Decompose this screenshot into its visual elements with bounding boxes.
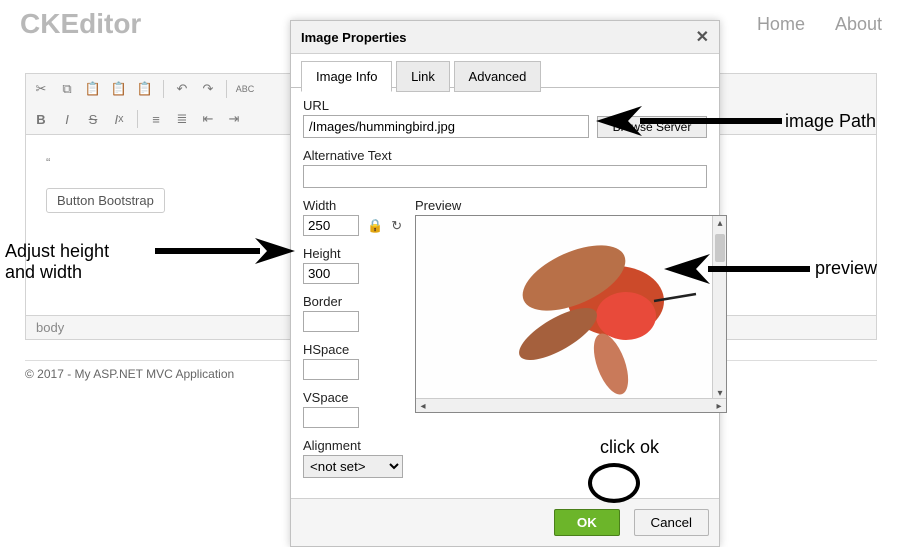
nav-about[interactable]: About [835, 14, 882, 35]
alt-text-label: Alternative Text [303, 148, 707, 163]
hspace-input[interactable] [303, 359, 359, 380]
paste-text-icon[interactable]: 📋 [108, 78, 130, 100]
redo-icon[interactable]: ↷ [197, 78, 219, 100]
tab-advanced[interactable]: Advanced [454, 61, 542, 92]
border-input[interactable] [303, 311, 359, 332]
copy-icon[interactable]: ⧉ [56, 78, 78, 100]
spellcheck-icon[interactable]: ABC [234, 78, 256, 100]
annotation-click-ok: click ok [600, 437, 659, 458]
vspace-label: VSpace [303, 390, 403, 405]
width-input[interactable] [303, 215, 359, 236]
height-label: Height [303, 246, 403, 261]
scroll-left-icon[interactable]: ◂ [416, 399, 430, 413]
hspace-label: HSpace [303, 342, 403, 357]
paste-word-icon[interactable]: 📋 [134, 78, 156, 100]
annotation-adjust-height: Adjust height [5, 241, 109, 262]
annotation-preview: preview [815, 258, 877, 279]
close-icon[interactable]: ✕ [696, 27, 709, 47]
preview-label: Preview [415, 198, 727, 213]
alt-text-input[interactable] [303, 165, 707, 188]
scroll-up-icon[interactable]: ▴ [713, 216, 727, 230]
remove-format-icon[interactable]: Ix [108, 108, 130, 130]
vspace-input[interactable] [303, 407, 359, 428]
arrow-left-icon [155, 236, 300, 266]
annotation-and-width: and width [5, 262, 82, 283]
ok-button[interactable]: OK [554, 509, 620, 536]
preview-vertical-scrollbar[interactable]: ▴ ▾ [712, 216, 726, 400]
indent-icon[interactable]: ⇥ [223, 108, 245, 130]
tab-image-info[interactable]: Image Info [301, 61, 392, 92]
copyright-text: © 2017 - My ASP.NET MVC Application [25, 367, 234, 381]
alignment-select[interactable]: <not set> [303, 455, 403, 478]
arrow-image-path-icon [592, 102, 782, 140]
strike-icon[interactable]: S [82, 108, 104, 130]
cut-icon[interactable]: ✂ [30, 78, 52, 100]
annotation-ok-circle [588, 463, 640, 503]
undo-icon[interactable]: ↶ [171, 78, 193, 100]
tab-link[interactable]: Link [396, 61, 450, 92]
annotation-image-path: image Path [785, 111, 876, 132]
paste-icon[interactable]: 📋 [82, 78, 104, 100]
italic-icon[interactable]: I [56, 108, 78, 130]
height-input[interactable] [303, 263, 359, 284]
lock-icon[interactable]: 🔒 [367, 218, 383, 234]
dialog-title: Image Properties [301, 30, 407, 45]
scroll-right-icon[interactable]: ▸ [712, 399, 726, 413]
cancel-button[interactable]: Cancel [634, 509, 710, 536]
reset-icon[interactable]: ↻ [391, 218, 402, 234]
numbered-list-icon[interactable]: ≡ [145, 108, 167, 130]
image-properties-dialog: Image Properties ✕ Image Info Link Advan… [290, 20, 720, 547]
preview-horizontal-scrollbar[interactable]: ◂ ▸ [416, 398, 726, 412]
outdent-icon[interactable]: ⇤ [197, 108, 219, 130]
preview-image [416, 216, 726, 398]
button-bootstrap[interactable]: Button Bootstrap [46, 188, 165, 213]
width-label: Width [303, 198, 403, 213]
bullet-list-icon[interactable]: ≣ [171, 108, 193, 130]
arrow-preview-icon [660, 250, 810, 288]
bold-icon[interactable]: B [30, 108, 52, 130]
preview-box: ▴ ▾ ◂ ▸ [415, 215, 727, 413]
nav-home[interactable]: Home [757, 14, 805, 35]
border-label: Border [303, 294, 403, 309]
app-logo: CKEditor [20, 8, 141, 40]
alignment-label: Alignment [303, 438, 403, 453]
url-input[interactable] [303, 115, 589, 138]
